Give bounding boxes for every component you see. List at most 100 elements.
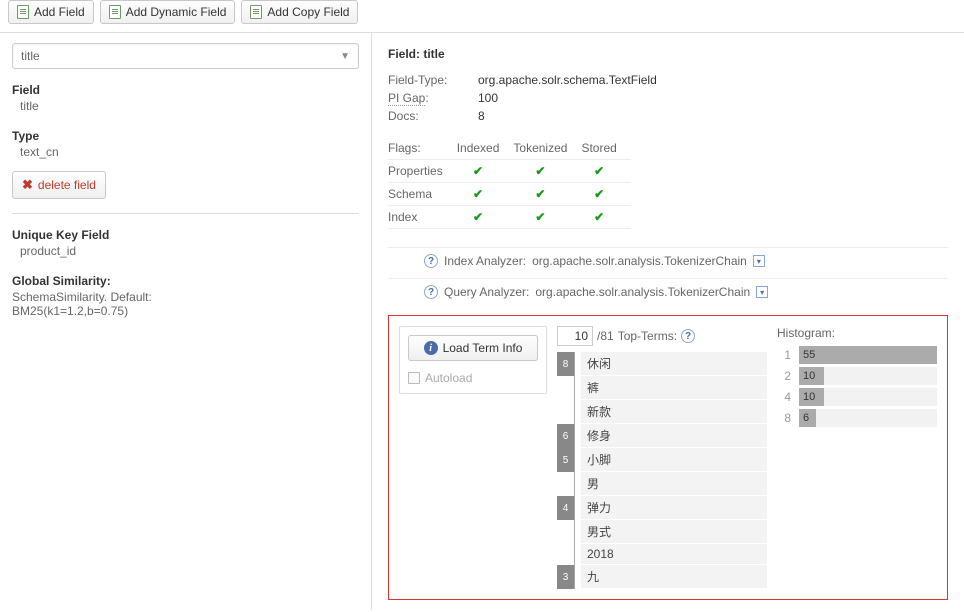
- term-count-badge: [557, 376, 575, 400]
- term-row: 5小脚: [557, 448, 767, 472]
- term-text[interactable]: 休闲: [581, 352, 767, 376]
- index-analyzer-label: Index Analyzer:: [444, 254, 526, 268]
- add-copy-field-label: Add Copy Field: [267, 5, 349, 19]
- add-field-label: Add Field: [34, 5, 85, 19]
- flags-row-0: Properties: [388, 160, 457, 183]
- add-field-button[interactable]: Add Field: [8, 0, 94, 24]
- type-value: text_cn: [12, 143, 359, 165]
- histogram-label: Histogram:: [777, 326, 937, 340]
- histogram-bucket: 8: [777, 411, 791, 425]
- histogram-bucket: 4: [777, 390, 791, 404]
- help-icon[interactable]: ?: [681, 329, 695, 343]
- term-text[interactable]: 弹力: [581, 496, 767, 520]
- flags-label: Flags:: [388, 137, 457, 160]
- global-similarity-line1: SchemaSimilarity. Default:: [12, 288, 359, 304]
- field-select[interactable]: title ▼: [12, 43, 359, 69]
- autoload-checkbox[interactable]: [408, 372, 420, 384]
- term-count-badge: [557, 544, 575, 565]
- detail-pane: Field: title Field-Type: org.apache.solr…: [372, 33, 964, 610]
- field-value: title: [12, 97, 359, 119]
- add-dynamic-field-button[interactable]: Add Dynamic Field: [100, 0, 236, 24]
- index-analyzer-value: org.apache.solr.analysis.TokenizerChain: [532, 254, 747, 268]
- term-text[interactable]: 男: [581, 472, 767, 496]
- check-icon: ✔: [594, 187, 604, 201]
- global-similarity-label: Global Similarity:: [12, 274, 359, 288]
- flags-col-2: Stored: [581, 137, 630, 160]
- term-row: 男: [557, 472, 767, 496]
- help-icon[interactable]: ?: [424, 285, 438, 299]
- term-count-badge: [557, 472, 575, 496]
- histogram-bar: 6: [799, 409, 816, 427]
- chevron-down-icon: ▼: [340, 51, 350, 62]
- field-type-key: Field-Type:: [388, 73, 478, 87]
- type-label: Type: [12, 129, 359, 143]
- doc-icon: [17, 5, 29, 19]
- term-row: 男式: [557, 520, 767, 544]
- term-row: 2018: [557, 544, 767, 565]
- histogram-row: 1 55: [777, 346, 937, 364]
- check-icon: ✔: [473, 187, 483, 201]
- term-text[interactable]: 男式: [581, 520, 767, 544]
- term-count-badge: [557, 520, 575, 544]
- delete-field-button[interactable]: ✖ delete field: [12, 171, 106, 199]
- unique-key-value: product_id: [12, 242, 359, 264]
- term-count-badge: 4: [557, 496, 575, 520]
- check-icon: ✔: [535, 187, 545, 201]
- term-row: 4弹力: [557, 496, 767, 520]
- term-row: 裤: [557, 376, 767, 400]
- term-text[interactable]: 2018: [581, 544, 767, 565]
- expand-query-analyzer-toggle[interactable]: ▾: [756, 286, 768, 298]
- term-text[interactable]: 小脚: [581, 448, 767, 472]
- load-term-info-button[interactable]: i Load Term Info: [408, 335, 538, 361]
- flags-row-1: Schema: [388, 183, 457, 206]
- doc-icon: [109, 5, 121, 19]
- histogram-row: 210: [777, 367, 937, 385]
- term-row: 新款: [557, 400, 767, 424]
- top-terms-count-input[interactable]: [557, 326, 593, 346]
- histogram-bar-track: 55: [799, 346, 937, 364]
- info-icon: i: [424, 341, 438, 355]
- global-similarity-line2: BM25(k1=1.2,b=0.75): [12, 304, 359, 318]
- close-icon: ✖: [22, 177, 33, 193]
- check-icon: ✔: [535, 164, 545, 178]
- help-icon[interactable]: ?: [424, 254, 438, 268]
- term-count-badge: [557, 400, 575, 424]
- histogram-bar-track: 6: [799, 409, 937, 427]
- term-text[interactable]: 修身: [581, 424, 767, 448]
- unique-key-label: Unique Key Field: [12, 228, 359, 242]
- term-row: 6修身: [557, 424, 767, 448]
- term-text[interactable]: 裤: [581, 376, 767, 400]
- term-text[interactable]: 新款: [581, 400, 767, 424]
- pi-gap-value: 100: [478, 91, 498, 105]
- term-count-badge: 6: [557, 424, 575, 448]
- term-text[interactable]: 九: [581, 565, 767, 589]
- term-info-panel: i Load Term Info Autoload /81 Top-Terms:…: [388, 315, 948, 600]
- field-type-value: org.apache.solr.schema.TextField: [478, 73, 657, 87]
- histogram-bucket: 1: [777, 348, 791, 362]
- check-icon: ✔: [594, 164, 604, 178]
- sidebar: title ▼ Field title Type text_cn ✖ delet…: [0, 33, 372, 610]
- pi-gap-key: PI Gap:: [388, 91, 478, 105]
- docs-key: Docs:: [388, 109, 478, 123]
- query-analyzer-value: org.apache.solr.analysis.TokenizerChain: [535, 285, 750, 299]
- add-copy-field-button[interactable]: Add Copy Field: [241, 0, 358, 24]
- add-dynamic-field-label: Add Dynamic Field: [126, 5, 227, 19]
- term-count-badge: 8: [557, 352, 575, 376]
- expand-index-analyzer-toggle[interactable]: ▾: [753, 255, 765, 267]
- field-select-value: title: [21, 49, 40, 63]
- term-row: 3九: [557, 565, 767, 589]
- autoload-option[interactable]: Autoload: [408, 371, 538, 385]
- check-icon: ✔: [473, 210, 483, 224]
- detail-heading: Field: title: [388, 43, 948, 71]
- histogram-bar-track: 10: [799, 367, 937, 385]
- delete-field-label: delete field: [38, 178, 96, 192]
- load-term-info-label: Load Term Info: [443, 341, 523, 355]
- flags-col-0: Indexed: [457, 137, 514, 160]
- top-terms-total: /81: [597, 329, 614, 343]
- autoload-label: Autoload: [425, 371, 472, 385]
- histogram-bar: 10: [799, 367, 824, 385]
- term-count-badge: 5: [557, 448, 575, 472]
- flags-row-2: Index: [388, 206, 457, 229]
- check-icon: ✔: [594, 210, 604, 224]
- doc-icon: [250, 5, 262, 19]
